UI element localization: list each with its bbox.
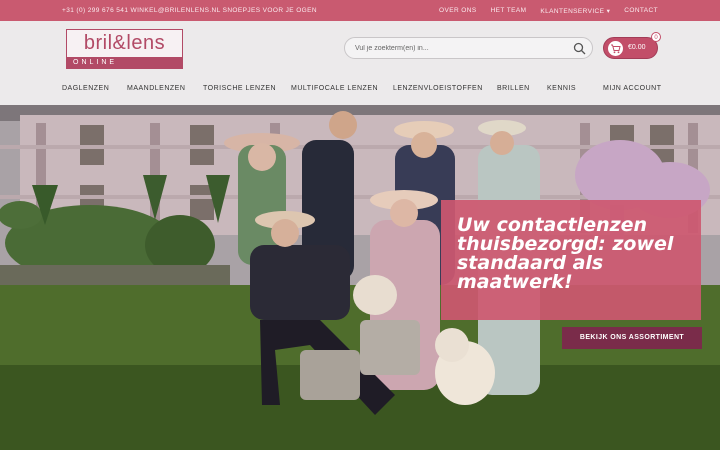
- header: bril&lens ONLINE €0.00 0 DAGLENZEN MAAND…: [0, 21, 720, 105]
- nav-maandlenzen[interactable]: MAANDLENZEN: [127, 85, 185, 92]
- nav-mijn-account[interactable]: MIJN ACCOUNT: [603, 85, 662, 92]
- link-over-ons[interactable]: OVER ONS: [439, 7, 477, 15]
- cart-icon: [608, 41, 623, 56]
- link-contact[interactable]: CONTACT: [624, 7, 658, 15]
- nav-kennis[interactable]: KENNIS: [547, 85, 576, 92]
- nav-lenzenvloeistoffen[interactable]: LENZENVLOEISTOFFEN: [393, 85, 483, 92]
- link-het-team[interactable]: HET TEAM: [491, 7, 527, 15]
- top-bar: +31 (0) 299 676 541 WINKEL@BRILENLENS.NL…: [0, 0, 720, 21]
- hero-banner: Uw contactlenzen thuisbezorgd: zowel sta…: [0, 105, 720, 450]
- main-nav: DAGLENZEN MAANDLENZEN TORISCHE LENZEN MU…: [62, 85, 662, 97]
- logo[interactable]: bril&lens ONLINE: [66, 29, 183, 69]
- cart-button[interactable]: €0.00 0: [603, 32, 661, 59]
- logo-subtitle: ONLINE: [67, 57, 182, 68]
- logo-brand: bril&lens: [83, 32, 166, 54]
- nav-brillen[interactable]: BRILLEN: [497, 85, 530, 92]
- assortment-cta-button[interactable]: BEKIJK ONS ASSORTIMENT: [562, 327, 702, 349]
- cart-amount: €0.00: [628, 44, 646, 51]
- nav-torische-lenzen[interactable]: TORISCHE LENZEN: [203, 85, 276, 92]
- search-bar: [344, 37, 593, 59]
- nav-multifocale-lenzen[interactable]: MULTIFOCALE LENZEN: [291, 85, 378, 92]
- contact-info: +31 (0) 299 676 541 WINKEL@BRILENLENS.NL…: [62, 7, 317, 14]
- nav-daglenzen[interactable]: DAGLENZEN: [62, 85, 109, 92]
- hero-headline: Uw contactlenzen thuisbezorgd: zowel sta…: [457, 214, 674, 293]
- top-links: OVER ONS HET TEAM KLANTENSERVICE ▾ CONTA…: [439, 7, 658, 15]
- link-klantenservice[interactable]: KLANTENSERVICE ▾: [540, 7, 610, 15]
- search-icon[interactable]: [573, 42, 586, 55]
- cart-count-badge: 0: [651, 32, 661, 42]
- hero-headline-box: Uw contactlenzen thuisbezorgd: zowel sta…: [441, 200, 701, 320]
- search-input[interactable]: [355, 42, 555, 55]
